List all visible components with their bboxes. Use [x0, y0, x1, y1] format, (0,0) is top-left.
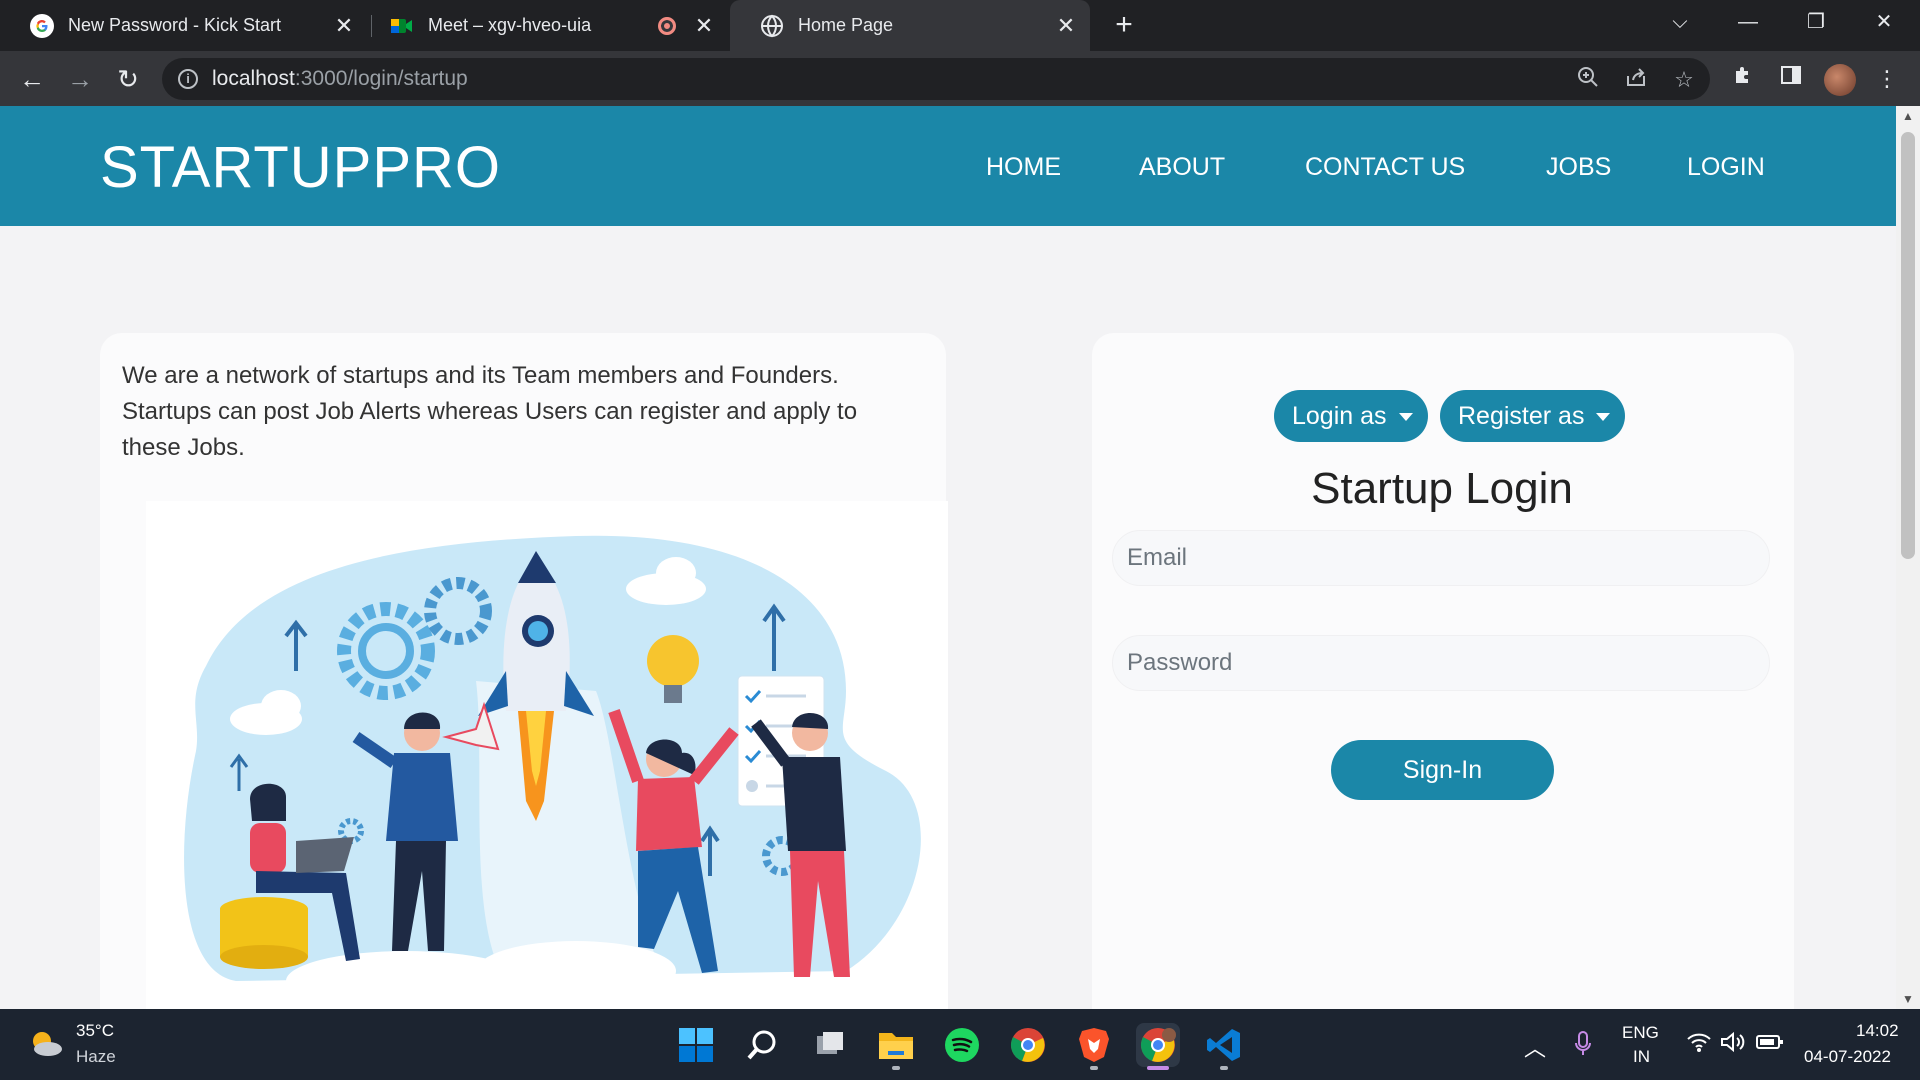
nav-contact-us[interactable]: CONTACT US — [1305, 153, 1465, 182]
chrome-profile-icon[interactable] — [1136, 1023, 1180, 1070]
startup-illustration — [146, 501, 948, 1009]
browser-toolbar: ← → ↻ i localhost:3000/login/startup ☆ ⋮ — [0, 51, 1920, 106]
nav-jobs[interactable]: JOBS — [1546, 153, 1611, 182]
tab-home-page[interactable]: Home Page ✕ — [730, 0, 1090, 51]
login-title: Startup Login — [1311, 464, 1573, 513]
google-icon — [30, 13, 54, 38]
tab-search-icon[interactable]: ⌵ — [1650, 0, 1710, 44]
login-as-dropdown[interactable]: Login as — [1274, 390, 1428, 442]
caret-down-icon — [1596, 413, 1611, 422]
reload-icon[interactable]: ↻ — [110, 61, 146, 97]
active-indicator — [1147, 1066, 1169, 1070]
tab-meet[interactable]: Meet – xgv-hveo-uia ✕ — [360, 0, 728, 51]
tab-title: New Password - Kick Start — [68, 15, 282, 35]
register-as-label: Register as — [1458, 402, 1585, 430]
nav-about[interactable]: ABOUT — [1139, 153, 1225, 182]
email-field[interactable]: Email — [1112, 530, 1770, 586]
profile-avatar[interactable] — [1824, 64, 1856, 96]
running-indicator — [892, 1066, 900, 1070]
tab-new-password[interactable]: New Password - Kick Start ✕ — [0, 0, 368, 51]
minimize-button[interactable]: — — [1718, 0, 1778, 44]
globe-icon — [760, 14, 784, 38]
show-hidden-icons[interactable]: ︿ — [1524, 1031, 1546, 1063]
taskview-icon[interactable] — [808, 1023, 852, 1067]
microphone-icon[interactable] — [1574, 1031, 1592, 1063]
recording-icon — [658, 16, 676, 35]
close-icon[interactable]: ✕ — [690, 13, 718, 39]
weather-temperature: 35°C — [76, 1021, 114, 1040]
vscode-icon[interactable] — [1202, 1023, 1246, 1070]
close-icon[interactable]: ✕ — [1052, 13, 1080, 39]
file-explorer-icon[interactable] — [874, 1023, 918, 1070]
sidepanel-icon[interactable] — [1776, 64, 1806, 94]
volume-icon[interactable] — [1720, 1031, 1746, 1059]
new-tab-button[interactable]: + — [1106, 8, 1142, 44]
nav-home[interactable]: HOME — [986, 153, 1061, 182]
sign-in-button[interactable]: Sign-In — [1331, 740, 1554, 800]
tab-title: Meet – xgv-hveo-uia — [428, 15, 592, 35]
menu-icon[interactable]: ⋮ — [1872, 64, 1902, 94]
running-indicator — [1090, 1066, 1098, 1070]
google-meet-icon — [390, 14, 414, 38]
password-field[interactable]: Password — [1112, 635, 1770, 691]
running-indicator — [1220, 1066, 1228, 1070]
intro-text: We are a network of startups and its Tea… — [122, 362, 858, 461]
forward-icon[interactable]: → — [62, 61, 98, 97]
close-window-button[interactable]: ✕ — [1854, 0, 1914, 44]
start-icon[interactable] — [674, 1023, 718, 1067]
scroll-down-icon[interactable]: ▼ — [1896, 989, 1920, 1009]
url-text: localhost:3000/login/startup — [212, 67, 468, 90]
login-as-label: Login as — [1292, 402, 1387, 430]
register-as-dropdown[interactable]: Register as — [1440, 390, 1625, 442]
scroll-up-icon[interactable]: ▲ — [1896, 106, 1920, 126]
chrome-icon[interactable] — [1006, 1023, 1050, 1067]
language-code[interactable]: ENG — [1622, 1023, 1659, 1043]
clock-time[interactable]: 14:02 — [1856, 1021, 1899, 1041]
star-icon[interactable]: ☆ — [1670, 66, 1698, 94]
page-scrollbar[interactable]: ▲ ▼ — [1896, 106, 1920, 1009]
brand-logo[interactable]: STARTUPPRO — [100, 134, 501, 201]
close-icon[interactable]: ✕ — [330, 13, 358, 39]
spotify-icon[interactable] — [940, 1023, 984, 1067]
zoom-icon[interactable] — [1574, 66, 1602, 94]
windows-taskbar: 35°C Haze ︿ ENG IN 14:02 04-07-2022 — [0, 1009, 1920, 1080]
page-viewport: STARTUPPRO HOME ABOUT CONTACT US JOBS LO… — [0, 106, 1896, 1009]
weather-haze-icon[interactable] — [28, 1029, 64, 1059]
info-icon[interactable]: i — [178, 69, 198, 89]
nav-login[interactable]: LOGIN — [1687, 153, 1765, 182]
address-bar[interactable]: i localhost:3000/login/startup ☆ — [162, 58, 1710, 100]
tab-title: Home Page — [798, 15, 894, 35]
wifi-icon[interactable] — [1686, 1031, 1712, 1059]
tab-strip: New Password - Kick Start ✕ Meet – xgv-h… — [0, 0, 1920, 51]
site-navbar: STARTUPPRO HOME ABOUT CONTACT US JOBS LO… — [0, 106, 1896, 226]
clock-date[interactable]: 04-07-2022 — [1804, 1047, 1891, 1067]
share-icon[interactable] — [1622, 66, 1650, 94]
search-icon[interactable] — [740, 1023, 784, 1067]
extensions-icon[interactable] — [1728, 64, 1758, 94]
battery-icon[interactable] — [1756, 1031, 1784, 1059]
caret-down-icon — [1398, 413, 1413, 422]
restore-button[interactable]: ❐ — [1786, 0, 1846, 44]
scroll-thumb[interactable] — [1901, 132, 1915, 559]
weather-condition: Haze — [76, 1047, 116, 1066]
back-icon[interactable]: ← — [14, 61, 50, 97]
brave-icon[interactable] — [1072, 1023, 1116, 1070]
language-region[interactable]: IN — [1633, 1047, 1650, 1067]
